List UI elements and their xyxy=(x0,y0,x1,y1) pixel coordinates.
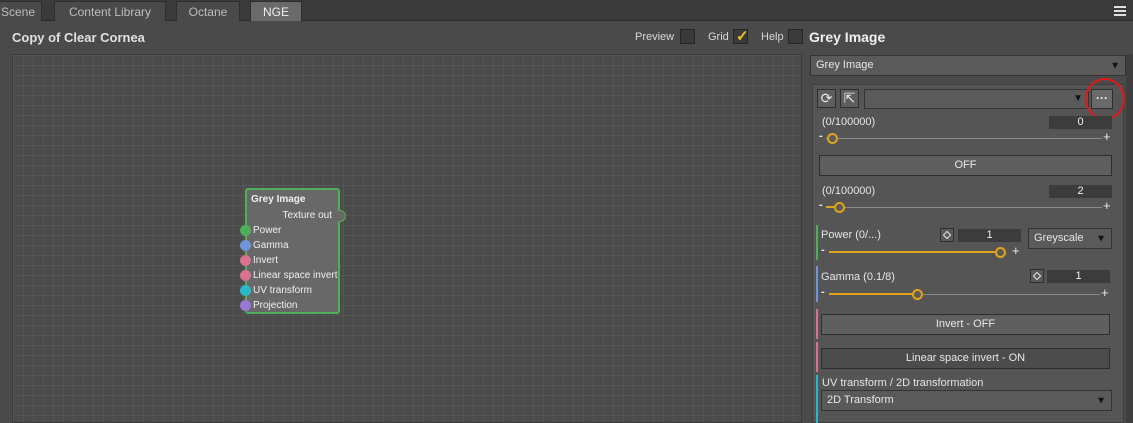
power-port[interactable] xyxy=(240,225,251,236)
power-color-bar xyxy=(816,225,818,260)
tab-scene[interactable]: Scene xyxy=(0,1,42,21)
field1-slider-track[interactable] xyxy=(826,138,1102,139)
uv-transform-port[interactable] xyxy=(240,285,251,296)
field1-range-label: (0/100000) xyxy=(822,116,876,128)
decrement-icon[interactable]: - xyxy=(819,199,823,211)
graph-title: Copy of Clear Cornea xyxy=(12,30,145,45)
refresh-button[interactable]: ⟳ xyxy=(817,89,836,108)
increment-icon[interactable]: + xyxy=(1103,198,1111,213)
preview-label: Preview xyxy=(635,31,675,43)
tab-label: Scene xyxy=(0,5,36,19)
node-type-value: Grey Image xyxy=(816,59,874,71)
field2-slider-track[interactable] xyxy=(826,207,1102,208)
power-mode-value: Greyscale xyxy=(1034,232,1084,244)
node-title: Grey Image xyxy=(251,194,306,205)
gamma-color-bar xyxy=(816,266,818,302)
check-icon: ✓ xyxy=(736,28,749,45)
diamond-icon xyxy=(942,230,952,240)
node-input-power: Power xyxy=(253,225,282,236)
uv-transform-select[interactable]: 2D Transform ▼ xyxy=(821,390,1112,411)
gamma-keyframe-button[interactable] xyxy=(1030,269,1044,283)
tab-label: Content Library xyxy=(68,5,152,19)
linear-space-invert-toggle-button[interactable]: Linear space invert - ON xyxy=(821,348,1110,369)
annotation-circle xyxy=(1085,78,1125,120)
invert-color-bar xyxy=(816,309,818,339)
preset-select[interactable]: ▼ xyxy=(864,89,1089,109)
toggle-off-button[interactable]: OFF xyxy=(819,155,1112,176)
node-input-linear-space-invert: Linear space invert xyxy=(253,270,338,281)
external-link-icon: ⇱ xyxy=(843,90,856,106)
power-slider-fill xyxy=(829,251,999,253)
power-value-input[interactable]: 1 xyxy=(958,229,1021,242)
chevron-down-icon: ▼ xyxy=(1096,395,1106,406)
power-label: Power (0/...) xyxy=(821,229,881,241)
node-canvas[interactable] xyxy=(12,54,802,423)
node-input-gamma: Gamma xyxy=(253,240,289,251)
uv-transform-label: UV transform / 2D transformation xyxy=(822,377,984,389)
help-checkbox[interactable] xyxy=(788,29,803,44)
increment-icon[interactable]: + xyxy=(1101,285,1109,300)
diamond-icon xyxy=(1032,271,1042,281)
gamma-port[interactable] xyxy=(240,240,251,251)
gamma-slider-knob[interactable] xyxy=(912,289,923,300)
power-mode-select[interactable]: Greyscale ▼ xyxy=(1028,228,1112,249)
uv-color-bar xyxy=(816,375,818,423)
panel-menu-icon[interactable] xyxy=(1111,2,1129,18)
tab-nge[interactable]: NGE xyxy=(250,1,302,21)
field1-slider-knob[interactable] xyxy=(827,133,838,144)
invert-port[interactable] xyxy=(240,255,251,266)
increment-icon[interactable]: + xyxy=(1012,243,1020,258)
node-output-label: Texture out xyxy=(282,210,332,221)
node-input-invert: Invert xyxy=(253,255,279,266)
uv-transform-value: 2D Transform xyxy=(827,394,894,406)
field2-range-label: (0/100000) xyxy=(822,185,876,197)
linear-color-bar xyxy=(816,342,818,372)
field1-value-input[interactable]: 0 xyxy=(1049,116,1112,129)
chevron-down-icon: ▼ xyxy=(1073,93,1083,104)
help-label: Help xyxy=(761,31,784,43)
power-keyframe-button[interactable] xyxy=(940,228,954,242)
linear-space-invert-port[interactable] xyxy=(240,270,251,281)
node-type-select[interactable]: Grey Image ▼ xyxy=(810,55,1126,76)
node-input-uv-transform: UV transform xyxy=(253,285,312,296)
gamma-label: Gamma (0.1/8) xyxy=(821,271,895,283)
power-slider-knob[interactable] xyxy=(995,247,1006,258)
grey-image-node[interactable]: Grey Image Texture out Power Gamma Inver… xyxy=(240,188,346,314)
decrement-icon[interactable]: - xyxy=(819,130,823,142)
invert-toggle-button[interactable]: Invert - OFF xyxy=(821,314,1110,335)
refresh-icon: ⟳ xyxy=(820,90,833,106)
panel-scrollbar[interactable] xyxy=(1126,54,1133,423)
field2-value-input[interactable]: 2 xyxy=(1049,185,1112,198)
tab-bar: Scene Content Library Octane NGE xyxy=(0,0,1133,21)
panel-title: Grey Image xyxy=(809,29,886,45)
grid-checkbox[interactable]: ✓ xyxy=(733,28,749,45)
grid-label: Grid xyxy=(708,31,729,43)
chevron-down-icon: ▼ xyxy=(1110,60,1120,71)
chevron-down-icon: ▼ xyxy=(1096,233,1106,244)
gamma-slider-fill xyxy=(829,293,913,295)
parameters-panel xyxy=(812,84,1124,423)
field2-slider-knob[interactable] xyxy=(834,202,845,213)
node-input-projection: Projection xyxy=(253,300,298,311)
tab-octane[interactable]: Octane xyxy=(176,1,240,21)
gamma-value-input[interactable]: 1 xyxy=(1047,270,1110,283)
increment-icon[interactable]: + xyxy=(1103,129,1111,144)
decrement-icon[interactable]: - xyxy=(821,244,825,256)
decrement-icon[interactable]: - xyxy=(821,286,825,298)
open-external-button[interactable]: ⇱ xyxy=(840,89,859,108)
preview-checkbox[interactable] xyxy=(680,29,695,44)
tab-label: Octane xyxy=(188,5,228,19)
tab-content-library[interactable]: Content Library xyxy=(54,1,166,21)
projection-port[interactable] xyxy=(240,300,251,311)
tab-label: NGE xyxy=(262,5,289,19)
